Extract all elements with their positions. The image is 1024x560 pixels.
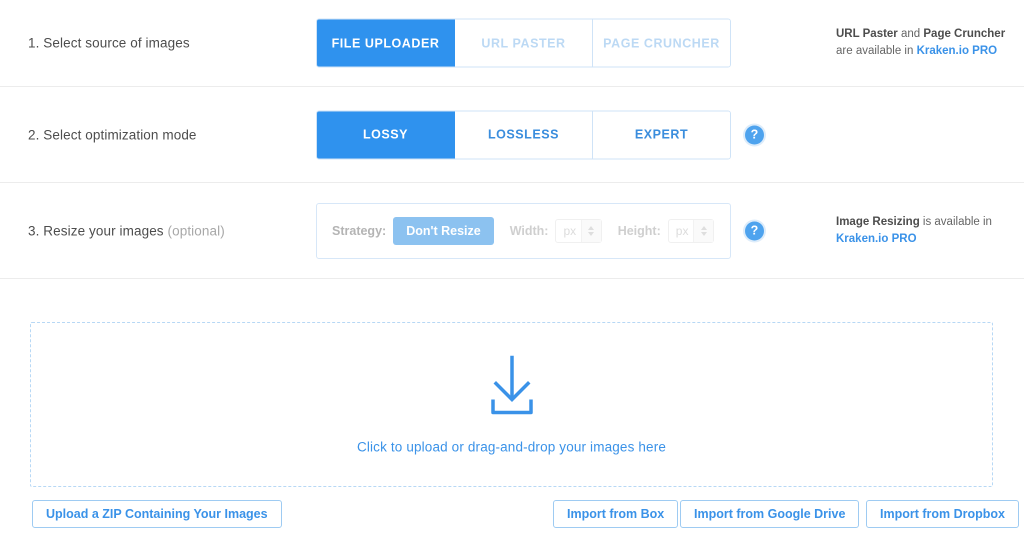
question-mark-glyph: ? [750,127,759,141]
import-from-dropbox-button-label: Import from Dropbox [880,507,1005,521]
promo-tail-text: are available in [836,45,917,57]
kraken-pro-link[interactable]: Kraken.io PRO [917,45,998,57]
height-stepper[interactable] [693,219,713,242]
tab-lossless[interactable]: LOSSLESS [455,111,593,158]
promo-bold-image-resizing: Image Resizing [836,215,920,228]
promo-tail-text: is available in [919,215,992,228]
file-dropzone[interactable]: Click to upload or drag-and-drop your im… [30,322,993,487]
promo-note-resize: Image Resizing is available in Kraken.io… [836,214,1021,248]
download-arrow-icon [490,355,533,414]
import-from-google-drive-button[interactable]: Import from Google Drive [680,500,860,528]
tab-expert-label: EXPERT [634,127,689,142]
promo-bold-url-paster: URL Paster [836,28,898,40]
step-row-source: 1. Select source of images FILE UPLOADER… [0,0,1024,87]
step-3-label: 3. Resize your images (optional) [28,223,225,238]
step-3-optional-text: (optional) [167,223,225,238]
step-1-label-text: 1. Select source of images [28,35,190,51]
tab-lossy-label: LOSSY [362,127,409,142]
tab-page-cruncher[interactable]: PAGE CRUNCHER [593,19,730,67]
import-from-dropbox-button[interactable]: Import from Dropbox [866,500,1019,528]
optimization-tab-group: LOSSY LOSSLESS EXPERT [316,110,731,159]
upload-zip-button-label: Upload a ZIP Containing Your Images [46,507,268,521]
stepper-down-icon [588,231,595,236]
tab-lossy[interactable]: LOSSY [317,111,455,158]
step-2-label: 2. Select optimization mode [28,127,197,142]
tab-page-cruncher-label: PAGE CRUNCHER [603,36,720,50]
height-input[interactable]: px [667,218,714,243]
upload-zip-button[interactable]: Upload a ZIP Containing Your Images [32,500,282,528]
kraken-pro-link[interactable]: Kraken.io PRO [836,233,917,245]
stepper-up-icon [588,225,595,230]
question-mark-icon-resize[interactable]: ? [745,221,764,240]
step-3-label-text: 3. Resize your images [28,223,164,238]
import-from-box-button-label: Import from Box [567,507,665,521]
height-placeholder: px [675,223,689,238]
step-row-optimization: 2. Select optimization mode LOSSY LOSSLE… [0,87,1024,183]
tab-expert[interactable]: EXPERT [593,111,730,158]
import-from-box-button[interactable]: Import from Box [553,500,679,528]
strategy-select-value: Don't Resize [406,223,481,238]
stepper-up-icon [700,225,707,230]
dropzone-label: Click to upload or drag-and-drop your im… [356,439,666,454]
step-row-resize: 3. Resize your images (optional) Strateg… [0,183,1024,279]
width-label: Width: [509,223,549,238]
question-mark-icon-optimization[interactable]: ? [745,125,764,144]
tab-file-uploader[interactable]: FILE UPLOADER [317,19,455,67]
strategy-label: Strategy: [332,223,387,238]
dropzone-content: Click to upload or drag-and-drop your im… [31,355,992,454]
stepper-down-icon [700,231,707,236]
tab-lossless-label: LOSSLESS [487,127,560,142]
width-stepper[interactable] [580,219,601,242]
strategy-select[interactable]: Don't Resize [393,216,494,245]
promo-conjunction: and [897,28,924,40]
source-tab-group: FILE UPLOADER URL PASTER PAGE CRUNCHER [316,18,731,68]
import-from-google-drive-button-label: Import from Google Drive [694,507,846,521]
height-label: Height: [617,223,661,238]
width-placeholder: px [563,223,577,238]
tab-url-paster[interactable]: URL PASTER [455,19,593,67]
promo-note-source: URL Paster and Page Cruncher are availab… [836,26,1021,60]
question-mark-glyph: ? [750,223,759,237]
tab-file-uploader-label: FILE UPLOADER [331,36,440,50]
step-2-label-text: 2. Select optimization mode [28,127,197,142]
resize-options-panel: Strategy: Don't Resize Width: px Height:… [316,202,731,259]
promo-bold-page-cruncher: Page Cruncher [923,28,1006,40]
step-1-label: 1. Select source of images [28,36,190,51]
tab-url-paster-label: URL PASTER [481,36,566,50]
width-input[interactable]: px [555,218,602,243]
